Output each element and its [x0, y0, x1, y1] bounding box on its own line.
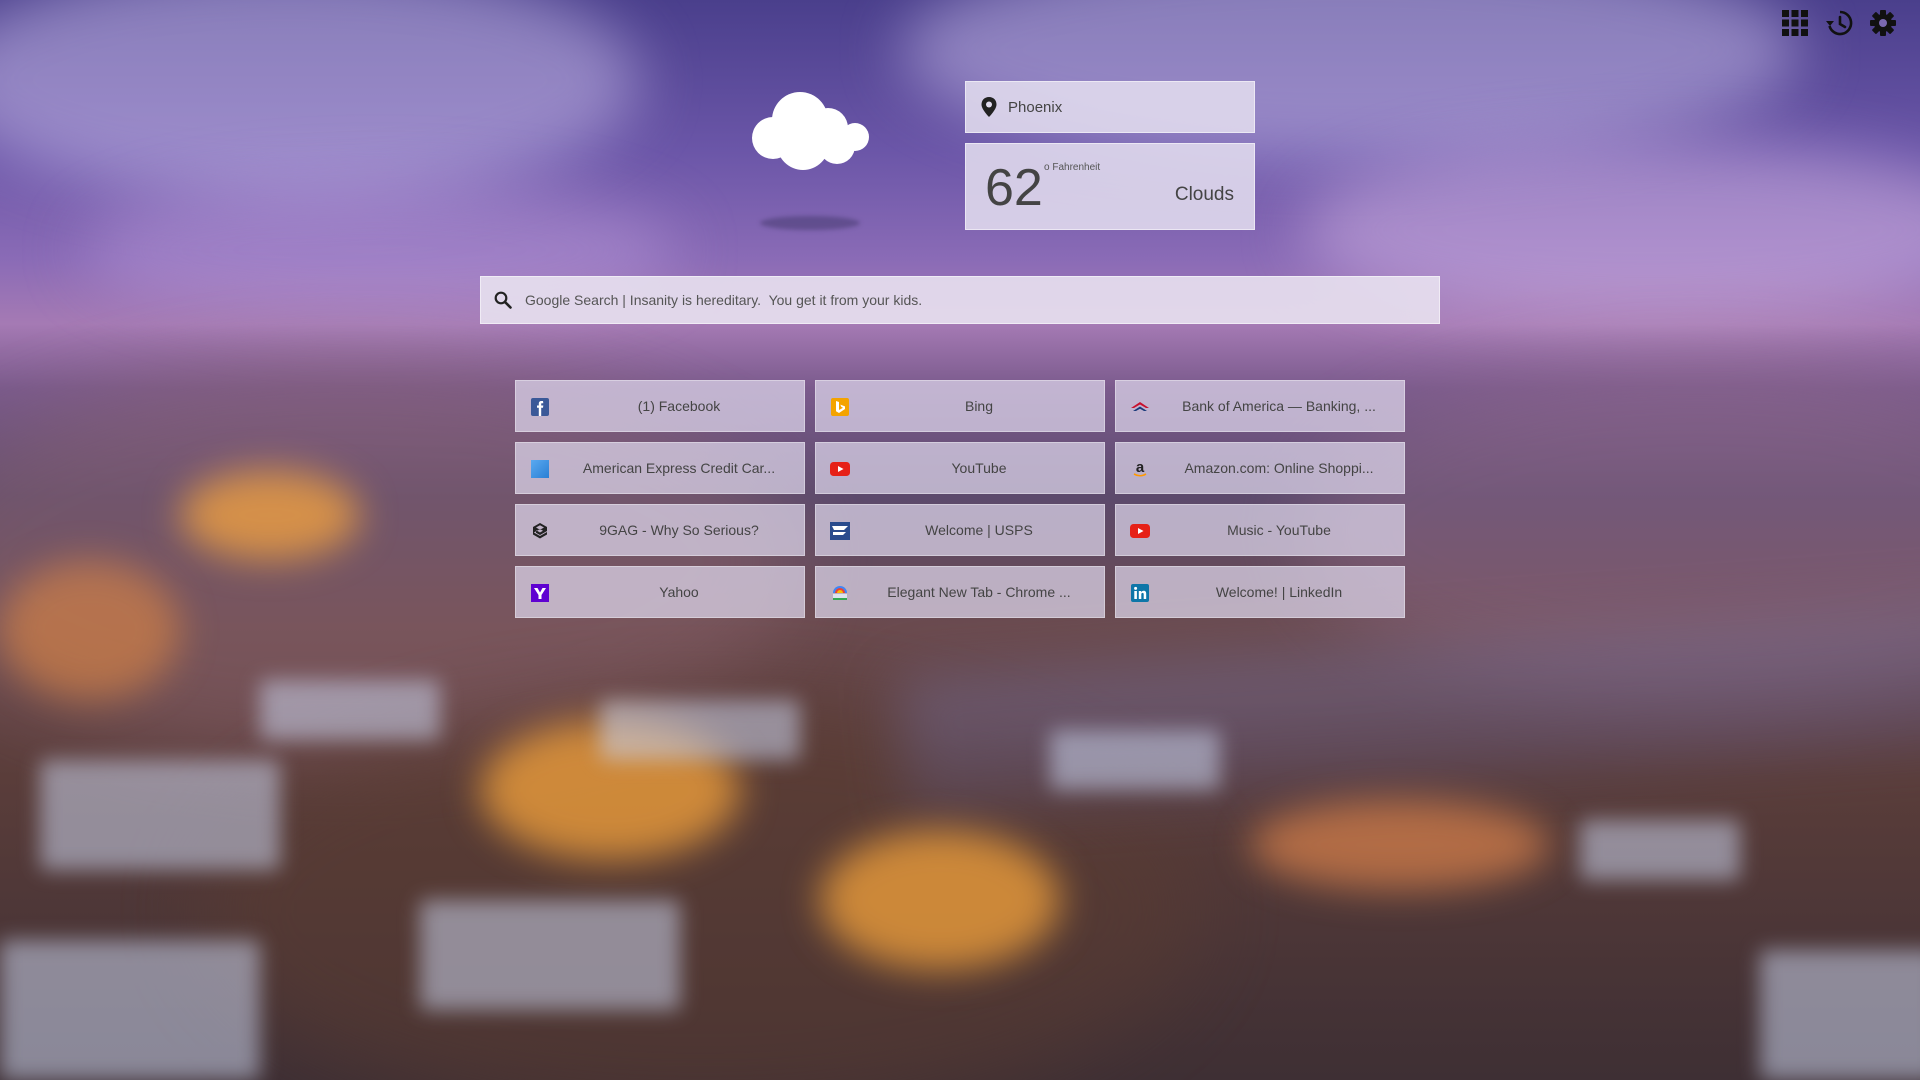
speed-dial-tile[interactable]: Elegant New Tab - Chrome ... [815, 566, 1105, 618]
speed-dial-label: Bank of America — Banking, ... [1182, 398, 1376, 414]
linkedin-icon [1130, 583, 1150, 603]
yahoo-icon [530, 583, 550, 603]
location-text: Phoenix [1008, 98, 1063, 116]
location-field[interactable]: Phoenix [965, 81, 1255, 133]
speed-dial-tile[interactable]: Bank of America — Banking, ... [1115, 380, 1405, 432]
facebook-icon [530, 397, 550, 417]
speed-dial-label: YouTube [951, 460, 1007, 476]
speed-dial-tile[interactable]: Welcome | USPS [815, 504, 1105, 556]
speed-dial-label: (1) Facebook [637, 398, 721, 414]
usps-icon [830, 521, 850, 541]
search-icon [494, 291, 512, 309]
9gag-icon [530, 521, 550, 541]
speed-dial-label: Yahoo [659, 584, 699, 600]
location-pin-icon [981, 97, 997, 117]
speed-dial-label: Bing [964, 398, 994, 414]
speed-dial-label: Music - YouTube [1227, 522, 1331, 538]
speed-dial-label: Elegant New Tab - Chrome ... [887, 584, 1071, 600]
temperature-unit: o Fahrenheit [1044, 162, 1101, 173]
apps-grid-icon[interactable] [1780, 8, 1810, 38]
chrome-webstore-icon [830, 583, 850, 603]
speed-dial-label: Welcome | USPS [925, 522, 1033, 538]
gear-icon[interactable] [1868, 8, 1898, 38]
bank-of-america-icon [1130, 397, 1150, 417]
new-tab-page: Phoenix 62 o Fahrenheit Clouds (1) Faceb… [0, 0, 1920, 1080]
speed-dial-tile[interactable]: 9GAG - Why So Serious? [515, 504, 805, 556]
speed-dial-label: American Express Credit Car... [582, 460, 776, 476]
youtube-icon [830, 459, 850, 479]
speed-dial-tile[interactable]: Bing [815, 380, 1105, 432]
temperature-value: 62 [985, 159, 1043, 217]
amazon-icon: a [1130, 459, 1150, 479]
search-bar [480, 276, 1440, 324]
speed-dial-grid: (1) Facebook Bing Bank of America — Bankin… [515, 380, 1405, 618]
cloud-icon [740, 80, 890, 180]
speed-dial-tile[interactable]: Music - YouTube [1115, 504, 1405, 556]
history-icon[interactable] [1824, 8, 1854, 38]
speed-dial-tile[interactable]: Yahoo [515, 566, 805, 618]
cloud-shadow [760, 216, 860, 230]
speed-dial-tile[interactable]: (1) Facebook [515, 380, 805, 432]
american-express-icon [530, 459, 550, 479]
speed-dial-tile[interactable]: a Amazon.com: Online Shoppi... [1115, 442, 1405, 494]
search-input[interactable] [523, 291, 1407, 309]
speed-dial-tile[interactable]: Welcome! | LinkedIn [1115, 566, 1405, 618]
bing-icon [830, 397, 850, 417]
speed-dial-label: Amazon.com: Online Shoppi... [1184, 460, 1374, 476]
speed-dial-tile[interactable]: YouTube [815, 442, 1105, 494]
speed-dial-tile[interactable]: American Express Credit Car... [515, 442, 805, 494]
top-right-toolbar [1780, 8, 1898, 38]
speed-dial-label: Welcome! | LinkedIn [1215, 584, 1343, 600]
svg-text:a: a [1136, 460, 1145, 476]
speed-dial-label: 9GAG - Why So Serious? [599, 522, 759, 538]
youtube-icon [1130, 521, 1150, 541]
temperature-panel: 62 o Fahrenheit Clouds [965, 143, 1255, 230]
weather-condition: Clouds [1174, 184, 1234, 205]
